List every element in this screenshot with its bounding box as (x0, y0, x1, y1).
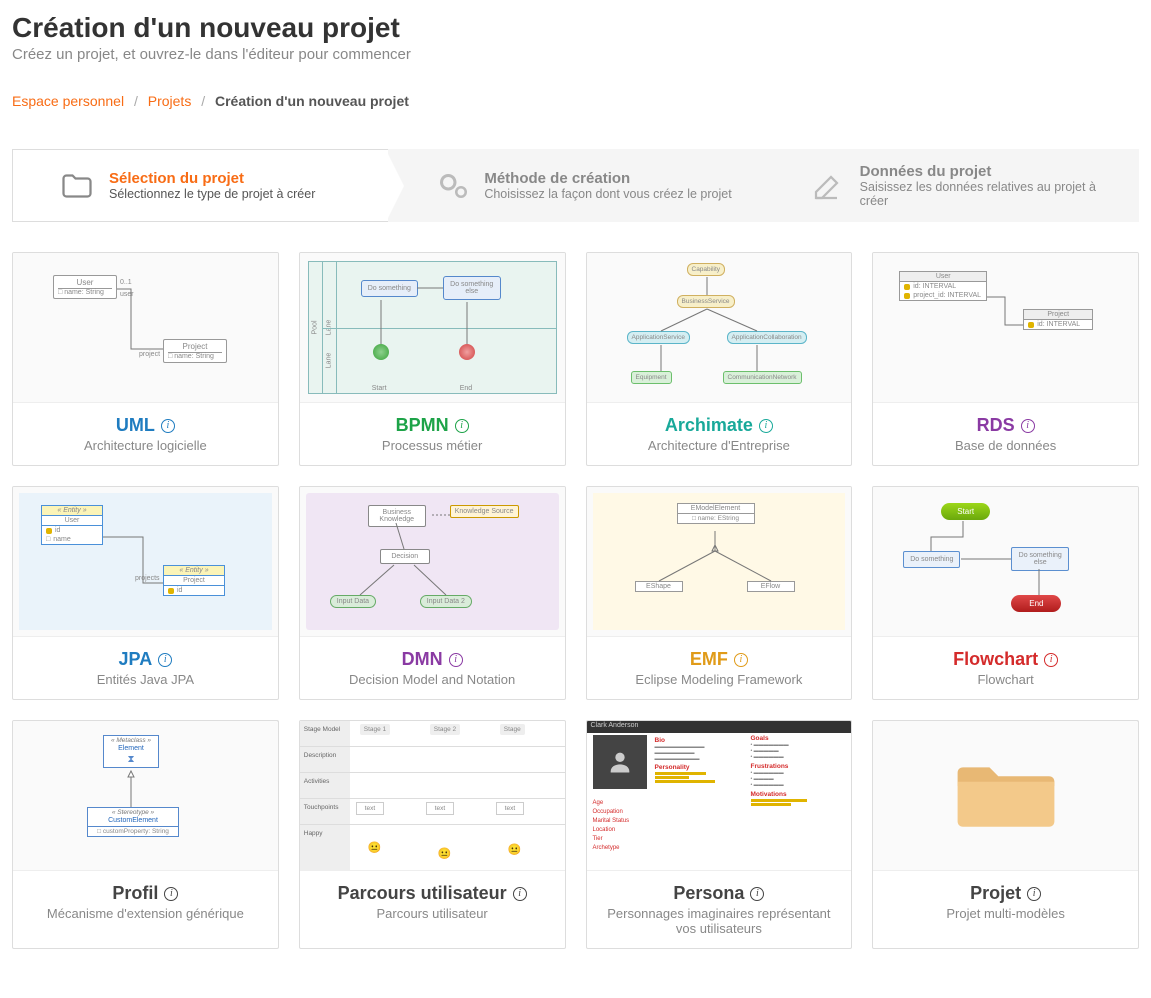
info-icon[interactable]: i (513, 887, 527, 901)
card-emf-desc: Eclipse Modeling Framework (599, 672, 840, 687)
wizard-step-2-sub: Choisissez la façon dont vous créez le p… (484, 187, 731, 201)
card-uml[interactable]: User □ name: String Project □ name: Stri… (12, 252, 279, 466)
card-persona-title: Personai (673, 883, 764, 904)
card-persona[interactable]: Clark Anderson Bio ▬▬▬▬▬▬▬▬▬▬▬▬▬▬▬▬▬▬▬▬▬… (586, 720, 853, 949)
card-profil[interactable]: « Metaclass » Element ⧗ « Stereotype » C… (12, 720, 279, 949)
card-jpa[interactable]: « Entity » User id □ name « Entity » Pro… (12, 486, 279, 700)
card-rds[interactable]: User id: INTERVAL project_id: INTERVAL P… (872, 252, 1139, 466)
card-projet-desc: Projet multi-modèles (885, 906, 1126, 921)
card-flowchart-preview: Start Do something Do something else End (873, 487, 1138, 637)
wizard-step-1[interactable]: Sélection du projet Sélectionnez le type… (12, 149, 388, 222)
card-uml-preview: User □ name: String Project □ name: Stri… (13, 253, 278, 403)
card-bpmn-preview: Pool Lane Lane Do something Do something… (300, 253, 565, 403)
card-parcours-desc: Parcours utilisateur (312, 906, 553, 921)
info-icon[interactable]: i (449, 653, 463, 667)
breadcrumb-sep: / (134, 93, 138, 109)
card-profil-preview: « Metaclass » Element ⧗ « Stereotype » C… (13, 721, 278, 871)
info-icon[interactable]: i (158, 653, 172, 667)
card-bpmn[interactable]: Pool Lane Lane Do something Do something… (299, 252, 566, 466)
card-archimate-preview: Capability BusinessService ApplicationSe… (587, 253, 852, 403)
card-uml-desc: Architecture logicielle (25, 438, 266, 453)
card-emf-preview: EModelElement □ name: EString EShape EFl… (587, 487, 852, 637)
card-archimate[interactable]: Capability BusinessService ApplicationSe… (586, 252, 853, 466)
card-parcours-preview: Stage Model Stage 1 Stage 2 Stage Descri… (300, 721, 565, 871)
info-icon[interactable]: i (1027, 887, 1041, 901)
folder-icon (59, 168, 95, 204)
breadcrumb-projects[interactable]: Projets (148, 93, 192, 109)
card-flowchart-desc: Flowchart (885, 672, 1126, 687)
card-dmn-desc: Decision Model and Notation (312, 672, 553, 687)
info-icon[interactable]: i (759, 419, 773, 433)
project-type-grid: User □ name: String Project □ name: Stri… (12, 252, 1139, 949)
info-icon[interactable]: i (164, 887, 178, 901)
card-bpmn-title: BPMNi (396, 415, 469, 436)
card-persona-desc: Personnages imaginaires représentant vos… (599, 906, 840, 936)
card-parcours[interactable]: Stage Model Stage 1 Stage 2 Stage Descri… (299, 720, 566, 949)
wizard-step-3[interactable]: Données du projet Saisissez les données … (764, 149, 1139, 222)
card-jpa-title: JPAi (119, 649, 173, 670)
card-projet-preview (873, 721, 1138, 871)
card-projet-title: Projeti (970, 883, 1041, 904)
page-title: Création d'un nouveau projet (12, 12, 1139, 44)
card-archimate-desc: Architecture d'Entreprise (599, 438, 840, 453)
wizard-step-1-sub: Sélectionnez le type de projet à créer (109, 187, 315, 201)
breadcrumb-sep: / (201, 93, 205, 109)
card-bpmn-desc: Processus métier (312, 438, 553, 453)
breadcrumb-current: Création d'un nouveau projet (215, 93, 409, 109)
folder-large-icon (951, 756, 1061, 836)
card-dmn-title: DMNi (402, 649, 463, 670)
card-emf[interactable]: EModelElement □ name: EString EShape EFl… (586, 486, 853, 700)
breadcrumb-home[interactable]: Espace personnel (12, 93, 124, 109)
breadcrumb: Espace personnel / Projets / Création d'… (12, 83, 1139, 119)
card-archimate-title: Archimatei (665, 415, 773, 436)
wizard-step-2[interactable]: Méthode de création Choisissez la façon … (388, 149, 763, 222)
wizard: Sélection du projet Sélectionnez le type… (12, 149, 1139, 222)
gears-icon (434, 168, 470, 204)
info-icon[interactable]: i (734, 653, 748, 667)
card-uml-title: UMLi (116, 415, 175, 436)
edit-icon (810, 168, 846, 204)
card-profil-desc: Mécanisme d'extension générique (25, 906, 266, 921)
card-jpa-desc: Entités Java JPA (25, 672, 266, 687)
card-rds-preview: User id: INTERVAL project_id: INTERVAL P… (873, 253, 1138, 403)
info-icon[interactable]: i (1044, 653, 1058, 667)
info-icon[interactable]: i (455, 419, 469, 433)
card-flowchart-title: Flowcharti (953, 649, 1058, 670)
wizard-step-2-title: Méthode de création (484, 170, 731, 187)
card-projet[interactable]: Projeti Projet multi-modèles (872, 720, 1139, 949)
card-dmn[interactable]: Business Knowledge Knowledge Source Deci… (299, 486, 566, 700)
card-jpa-preview: « Entity » User id □ name « Entity » Pro… (13, 487, 278, 637)
info-icon[interactable]: i (161, 419, 175, 433)
card-emf-title: EMFi (690, 649, 748, 670)
card-profil-title: Profili (112, 883, 178, 904)
wizard-step-3-sub: Saisissez les données relatives au proje… (860, 180, 1119, 208)
wizard-step-3-title: Données du projet (860, 163, 1119, 180)
info-icon[interactable]: i (1021, 419, 1035, 433)
wizard-step-1-title: Sélection du projet (109, 170, 315, 187)
card-flowchart[interactable]: Start Do something Do something else End… (872, 486, 1139, 700)
card-rds-desc: Base de données (885, 438, 1126, 453)
card-parcours-title: Parcours utilisateuri (338, 883, 527, 904)
page-subtitle: Créez un projet, et ouvrez-le dans l'édi… (12, 46, 1139, 63)
card-persona-preview: Clark Anderson Bio ▬▬▬▬▬▬▬▬▬▬▬▬▬▬▬▬▬▬▬▬▬… (587, 721, 852, 871)
info-icon[interactable]: i (750, 887, 764, 901)
card-dmn-preview: Business Knowledge Knowledge Source Deci… (300, 487, 565, 637)
card-rds-title: RDSi (977, 415, 1035, 436)
